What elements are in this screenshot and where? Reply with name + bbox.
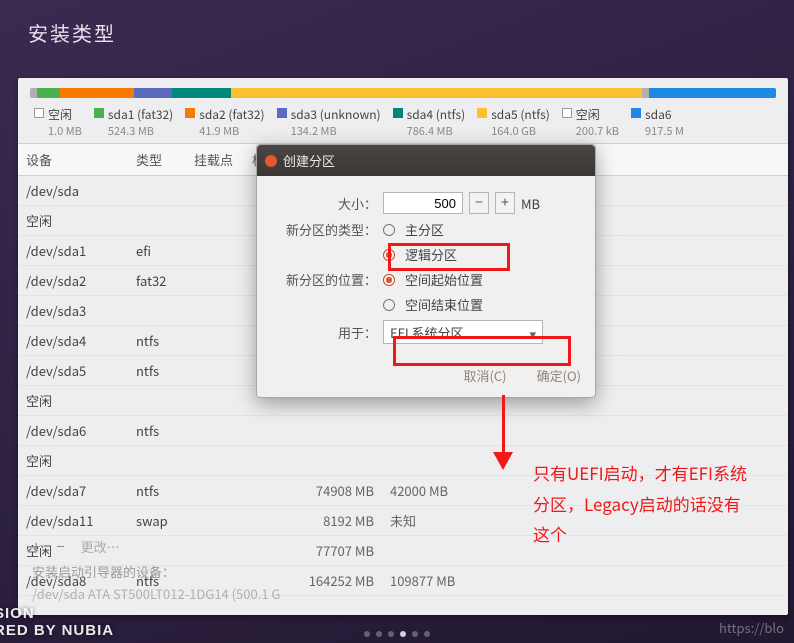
annotation-arrow-head-icon	[493, 452, 513, 470]
dialog-titlebar: 创建分区	[257, 145, 595, 176]
use-label: 用于：	[267, 323, 377, 342]
annotation-arrow-line	[502, 395, 505, 455]
legend-item: sda6917.5 M	[625, 104, 690, 141]
col-type: 类型	[128, 144, 186, 175]
annotation-text: 只有UEFI启动，才有EFI系统分区，Legacy启动的话没有这个	[533, 458, 753, 550]
radio-end[interactable]	[383, 299, 395, 311]
location-label: 新分区的位置：	[267, 270, 377, 289]
create-partition-dialog: 创建分区 大小： − + MB 新分区的类型： 主分区	[256, 144, 596, 398]
size-unit: MB	[521, 194, 540, 213]
radio-primary-label: 主分区	[405, 220, 444, 239]
use-as-select[interactable]: EFI 系统分区	[383, 320, 543, 344]
legend-item: sda5 (ntfs)164.0 GB	[471, 104, 556, 141]
ok-button[interactable]: 确定(O)	[537, 366, 581, 385]
legend-item: sda1 (fat32)524.3 MB	[88, 104, 179, 141]
radio-begin[interactable]	[383, 274, 395, 286]
size-label: 大小：	[267, 194, 377, 213]
change-partition-button[interactable]: 更改…	[81, 537, 120, 556]
legend-item: sda3 (unknown)134.2 MB	[271, 104, 387, 141]
watermark-url: https://blo	[719, 618, 784, 637]
close-icon[interactable]	[265, 155, 277, 167]
bootloader-device-select[interactable]: /dev/sda ATA ST500LT012-1DG14 (500.1 G	[32, 584, 280, 603]
size-input[interactable]	[383, 192, 463, 214]
size-increment-button[interactable]: +	[495, 192, 515, 214]
legend-item: sda2 (fat32)41.9 MB	[179, 104, 270, 141]
page-indicator	[364, 631, 430, 637]
col-mount: 挂载点	[186, 144, 244, 175]
radio-begin-label: 空间起始位置	[405, 270, 483, 289]
radio-logical[interactable]	[383, 249, 395, 261]
table-row[interactable]: /dev/sda6ntfs	[18, 416, 788, 446]
bootloader-label: 安装启动引导器的设备：	[32, 562, 175, 581]
radio-end-label: 空间结束位置	[405, 295, 483, 314]
partition-legend: 空闲1.0 MBsda1 (fat32)524.3 MBsda2 (fat32)…	[28, 104, 778, 141]
legend-item: 空闲200.7 kB	[556, 104, 625, 141]
type-label: 新分区的类型：	[267, 220, 377, 239]
col-device: 设备	[18, 144, 128, 175]
size-decrement-button[interactable]: −	[469, 192, 489, 214]
page-title: 安装类型	[0, 0, 794, 57]
watermark-nubia: SION RED BY NUBIA	[0, 605, 114, 639]
dialog-title: 创建分区	[283, 151, 335, 170]
radio-primary[interactable]	[383, 224, 395, 236]
add-partition-button[interactable]: +	[32, 536, 40, 557]
radio-logical-label: 逻辑分区	[405, 245, 457, 264]
remove-partition-button[interactable]: −	[56, 536, 64, 557]
partition-toolbar: + − 更改…	[32, 536, 120, 557]
legend-item: 空闲1.0 MB	[28, 104, 88, 141]
disk-bar	[30, 88, 776, 98]
legend-item: sda4 (ntfs)786.4 MB	[387, 104, 472, 141]
cancel-button[interactable]: 取消(C)	[463, 366, 506, 385]
